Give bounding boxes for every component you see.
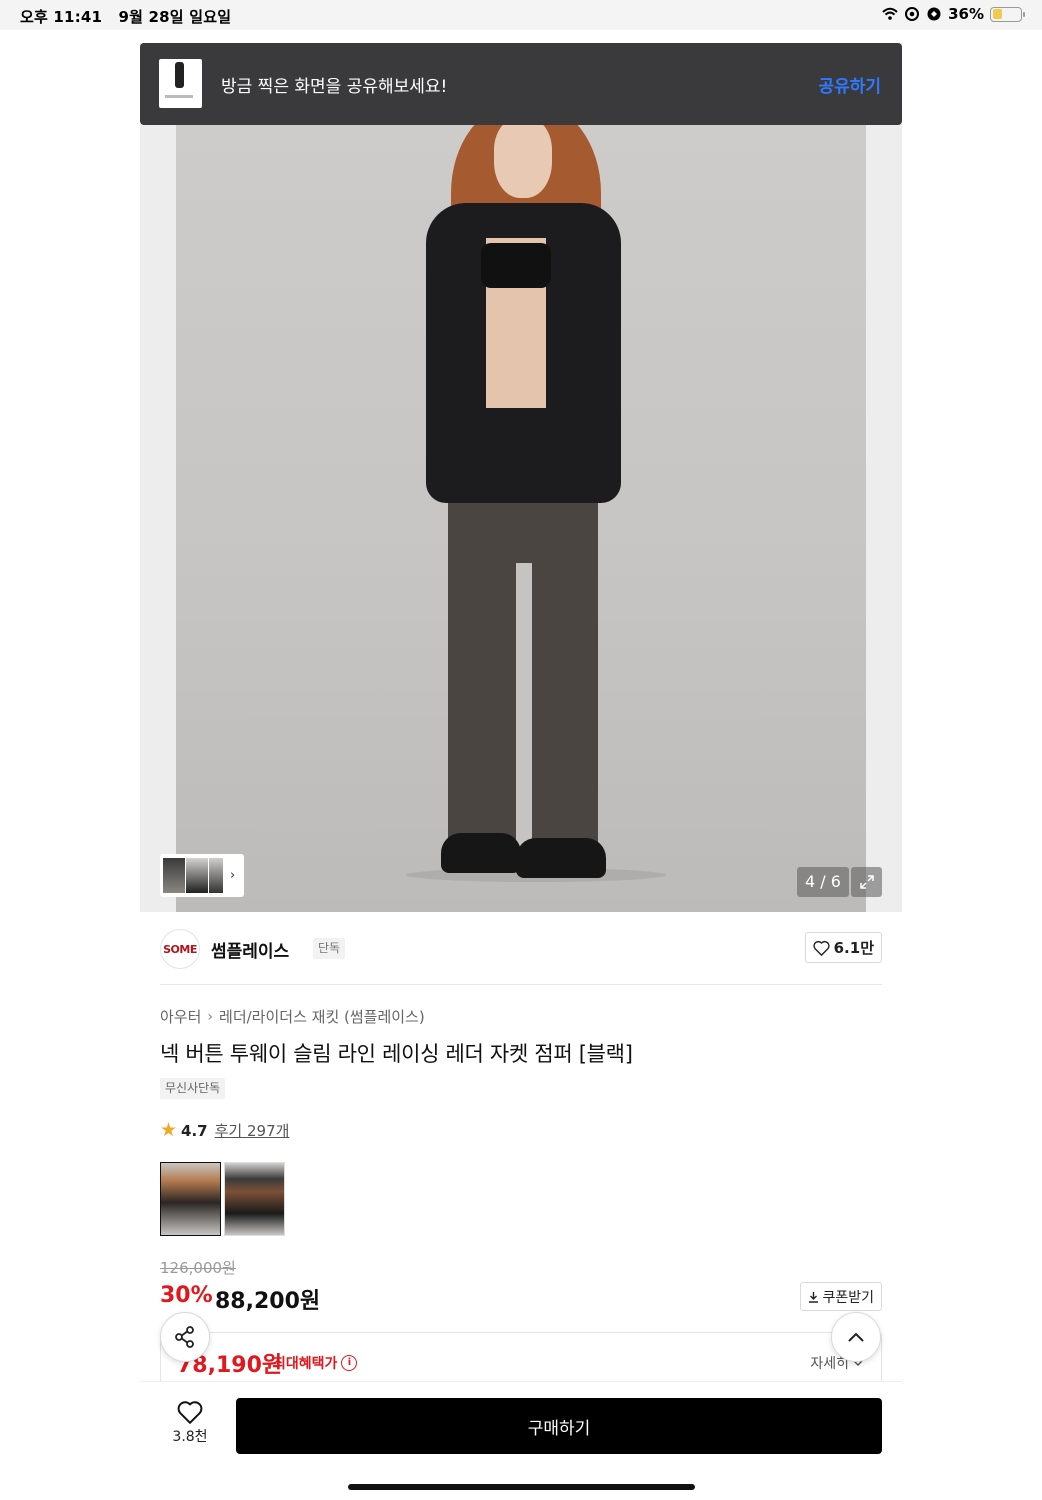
original-price: 126,000원	[160, 1259, 236, 1277]
brand-like-count: 6.1만	[833, 939, 874, 957]
buy-button[interactable]: 구매하기	[236, 1398, 882, 1454]
gallery-thumbnail-strip[interactable]: ›	[160, 854, 244, 897]
expand-button[interactable]	[851, 867, 882, 897]
gallery-thumb	[186, 858, 208, 893]
home-indicator[interactable]	[348, 1484, 695, 1490]
wifi-icon	[882, 7, 898, 20]
gallery-counter: 4 / 6	[797, 867, 849, 897]
status-icons: 36%	[882, 5, 1025, 23]
share-button[interactable]: 공유하기	[818, 72, 881, 97]
heart-icon	[812, 940, 830, 956]
gallery-thumb	[209, 858, 223, 893]
brand-exclusive-badge: 단독	[313, 938, 346, 959]
color-options	[160, 1162, 285, 1236]
heart-icon	[177, 1401, 203, 1424]
scroll-top-fab[interactable]	[831, 1312, 881, 1362]
brand-logo[interactable]: SOME	[160, 929, 200, 969]
expand-icon	[859, 875, 874, 889]
sale-price: 88,200원	[215, 1289, 321, 1314]
location-icon	[905, 7, 920, 21]
review-link[interactable]: 후기 297개	[215, 1120, 290, 1141]
product-page: › 4 / 6 방금 찍은 화면을 공유해보세요! 공유하기 SOME 썸플레이…	[140, 43, 902, 1400]
color-option-selected[interactable]	[160, 1162, 221, 1236]
gallery-thumb	[163, 858, 185, 893]
share-fab[interactable]	[160, 1312, 210, 1362]
product-photo[interactable]	[176, 43, 866, 912]
wishlist-button[interactable]: 3.8천	[168, 1400, 212, 1446]
battery-icon	[990, 6, 1025, 22]
chevron-right-icon: ›	[207, 1008, 214, 1025]
bottom-action-bar: 3.8천 구매하기	[140, 1381, 902, 1465]
discount-rate: 30%	[160, 1283, 213, 1308]
breadcrumb: 아우터 › 레더/라이더스 재킷 (썸플레이스)	[160, 1006, 425, 1027]
rating-row: ★ 4.7 후기 297개	[160, 1120, 289, 1141]
battery-level	[992, 9, 1003, 19]
photo-model-pants-gap	[516, 563, 532, 863]
wishlist-count: 3.8천	[172, 1429, 208, 1445]
brand-row: SOME 썸플레이스 단독 6.1만	[160, 928, 882, 985]
breadcrumb-item[interactable]: 레더/라이더스 재킷 (썸플레이스)	[219, 1006, 425, 1027]
chevron-right-icon: ›	[230, 868, 236, 883]
status-bar: 오후 11:41 9월 28일 일요일 36%	[0, 0, 1042, 30]
info-icon[interactable]: i	[341, 1355, 358, 1371]
status-time: 오후 11:41 9월 28일 일요일	[20, 8, 232, 26]
color-option[interactable]	[224, 1162, 285, 1236]
coupon-button[interactable]: 쿠폰받기	[800, 1282, 882, 1311]
share-banner-text: 방금 찍은 화면을 공유해보세요!	[221, 77, 448, 97]
battery-percent: 36%	[948, 5, 984, 23]
chevron-up-icon	[848, 1332, 864, 1342]
breadcrumb-item[interactable]: 아우터	[160, 1006, 201, 1027]
max-benefit-label-text: 최대혜택가	[273, 1356, 338, 1372]
download-icon	[809, 1291, 819, 1303]
max-benefit-label: 최대혜택가 i	[273, 1353, 358, 1373]
photo-model-boot-left	[441, 833, 521, 873]
photo-model-top	[481, 243, 551, 288]
rating-score: 4.7	[181, 1121, 208, 1140]
photo-model-boot-right	[516, 838, 606, 878]
photo-model-face	[494, 118, 552, 198]
product-gallery[interactable]: › 4 / 6	[140, 43, 902, 912]
vpn-icon	[927, 7, 941, 21]
product-title: 넥 버튼 투웨이 슬림 라인 레이싱 레더 자켓 점퍼 [블랙]	[160, 1042, 633, 1066]
screenshot-thumbnail[interactable]	[159, 59, 202, 108]
brand-like-button[interactable]: 6.1만	[804, 932, 882, 963]
exclusive-badge: 무신사단독	[160, 1078, 226, 1099]
star-icon: ★	[160, 1119, 178, 1141]
share-banner: 방금 찍은 화면을 공유해보세요! 공유하기	[140, 43, 902, 125]
coupon-button-label: 쿠폰받기	[822, 1289, 874, 1306]
brand-name[interactable]: 썸플레이스	[211, 937, 289, 962]
share-icon	[175, 1326, 194, 1348]
